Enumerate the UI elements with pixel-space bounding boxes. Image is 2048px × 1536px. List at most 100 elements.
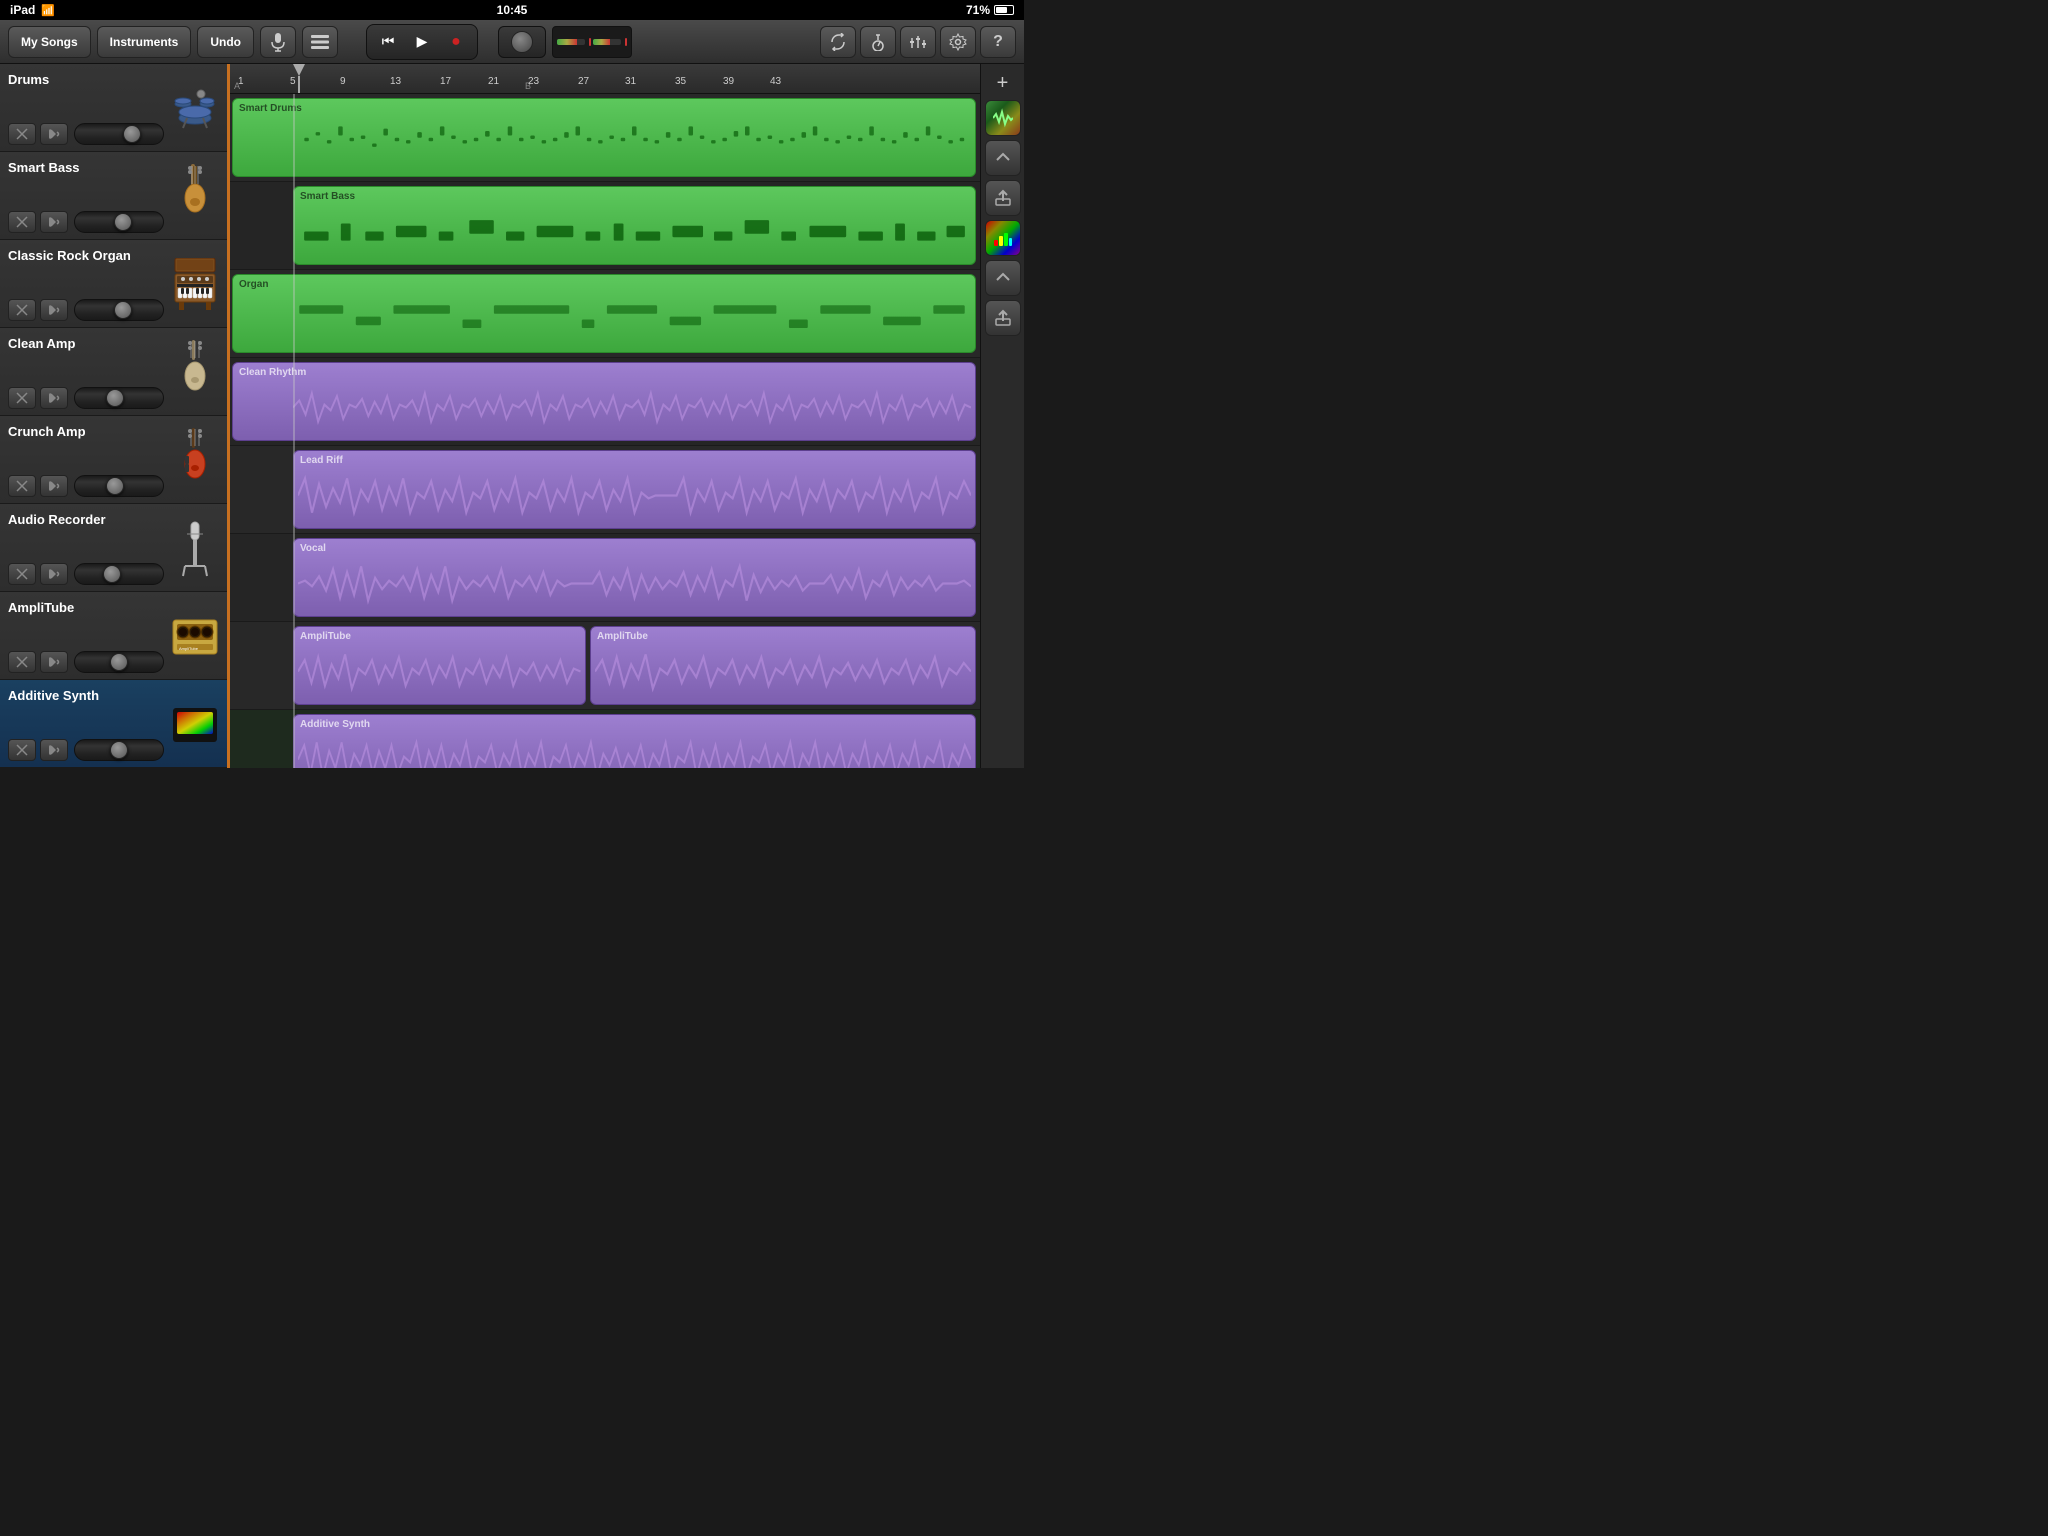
solo-button-audio-recorder[interactable] [40,563,68,585]
clip-label-amplitube-1: AmpliTube [296,629,355,644]
clip-smart-bass[interactable]: Smart Bass [293,186,976,265]
ruler-35: 35 [675,76,686,87]
track-row-audio-recorder[interactable]: Vocal [230,534,980,622]
tempo-button[interactable] [860,26,896,58]
clip-label-smart-bass: Smart Bass [296,189,359,204]
master-volume-knob[interactable] [498,26,546,58]
organ-midi-pattern [293,291,971,348]
mute-button-clean-amp[interactable] [8,387,36,409]
volume-slider-drums[interactable] [74,123,164,145]
volume-slider-audio-recorder[interactable] [74,563,164,585]
add-track-button[interactable]: + [985,68,1021,98]
volume-slider-amplitube[interactable] [74,651,164,673]
organ-icon [171,254,219,314]
track-row-amplitube[interactable]: AmpliTube AmpliTube [230,622,980,710]
clip-label-vocal: Vocal [296,541,330,556]
instruments-button[interactable]: Instruments [97,26,192,58]
track-item-crunch-amp: Crunch Amp [0,416,227,504]
svg-text:AmpliTube: AmpliTube [179,646,199,651]
my-songs-button[interactable]: My Songs [8,26,91,58]
equalizer-button[interactable] [985,220,1021,256]
volume-slider-smart-bass[interactable] [74,211,164,233]
track-item-additive-synth: Additive Synth [0,680,227,768]
clip-amplitube-1[interactable]: AmpliTube [293,626,586,705]
tracks-scroll[interactable]: Smart Drums [230,94,980,768]
volume-slider-crunch-amp[interactable] [74,475,164,497]
solo-button-crunch-amp[interactable] [40,475,68,497]
ruler-17: 17 [440,76,451,87]
ruler-21: 21 [488,76,499,87]
clip-vocal[interactable]: Vocal [293,538,976,617]
tracks-view-button[interactable] [302,26,338,58]
clip-organ[interactable]: Organ [232,274,976,353]
share-button-1[interactable] [985,180,1021,216]
solo-button-amplitube[interactable] [40,651,68,673]
mute-button-classic-rock-organ[interactable] [8,299,36,321]
mute-button-amplitube[interactable] [8,651,36,673]
track-item-amplitube: AmpliTube [0,592,227,680]
track-row-additive-synth[interactable]: Additive Synth [230,710,980,768]
playhead-marker [293,64,305,93]
amplitube-2-waveform [595,643,971,700]
volume-slider-classic-rock-organ[interactable] [74,299,164,321]
level-meter [552,26,632,58]
share-button-2[interactable] [985,300,1021,336]
solo-button-clean-amp[interactable] [40,387,68,409]
solo-button-smart-bass[interactable] [40,211,68,233]
additive-synth-waveform [298,731,971,768]
track-row-organ[interactable]: Organ [230,270,980,358]
scroll-up-button-2[interactable] [985,260,1021,296]
solo-button-classic-rock-organ[interactable] [40,299,68,321]
device-label: iPad [10,3,35,17]
main-area: Drums [0,64,1024,768]
rewind-button[interactable]: ⏮ [373,28,403,56]
loop-button[interactable] [820,26,856,58]
clip-amplitube-2[interactable]: AmpliTube [590,626,976,705]
clip-label-amplitube-2: AmpliTube [593,629,652,644]
ruler-23: 23 [528,76,539,87]
play-button[interactable]: ▶ [407,28,437,56]
volume-slider-clean-amp[interactable] [74,387,164,409]
mute-button-smart-bass[interactable] [8,211,36,233]
ruler-13: 13 [390,76,401,87]
transport-group: ⏮ ▶ ● [366,24,478,60]
mute-button-crunch-amp[interactable] [8,475,36,497]
mute-button-audio-recorder[interactable] [8,563,36,585]
track-row-clean-amp[interactable]: Clean Rhythm [230,358,980,446]
ruler-27: 27 [578,76,589,87]
undo-button[interactable]: Undo [197,26,254,58]
track-row-smart-bass[interactable]: Smart Bass [230,182,980,270]
clip-lead-riff[interactable]: Lead Riff [293,450,976,529]
amplitube-1-waveform [298,643,581,700]
waveform-button[interactable] [985,100,1021,136]
clip-clean-rhythm[interactable]: Clean Rhythm [232,362,976,441]
clip-smart-drums[interactable]: Smart Drums [232,98,976,177]
settings-button[interactable] [940,26,976,58]
mixer-button[interactable] [900,26,936,58]
level-bar-left [557,39,585,45]
wifi-icon: 📶 [41,4,55,17]
track-row-drums[interactable]: Smart Drums [230,94,980,182]
ruler-43: 43 [770,76,781,87]
ruler-9: 9 [340,76,346,87]
solo-button-additive-synth[interactable] [40,739,68,761]
record-button[interactable]: ● [441,28,471,56]
clip-label-clean-rhythm: Clean Rhythm [235,365,310,380]
solo-button-drums[interactable] [40,123,68,145]
ruler-39: 39 [723,76,734,87]
scroll-up-button[interactable] [985,140,1021,176]
status-time: 10:45 [497,3,528,17]
track-row-crunch-amp[interactable]: Lead Riff [230,446,980,534]
toolbar: My Songs Instruments Undo ⏮ ▶ ● [0,20,1024,64]
track-item-drums: Drums [0,64,227,152]
mute-button-drums[interactable] [8,123,36,145]
status-right: 71% [966,3,1014,17]
help-button[interactable]: ? [980,26,1016,58]
crunch-guitar-icon [171,430,219,490]
track-item-smart-bass: Smart Bass [0,152,227,240]
clip-label-smart-drums: Smart Drums [235,101,306,116]
volume-slider-additive-synth[interactable] [74,739,164,761]
clip-additive-synth[interactable]: Additive Synth [293,714,976,768]
microphone-button[interactable] [260,26,296,58]
mute-button-additive-synth[interactable] [8,739,36,761]
